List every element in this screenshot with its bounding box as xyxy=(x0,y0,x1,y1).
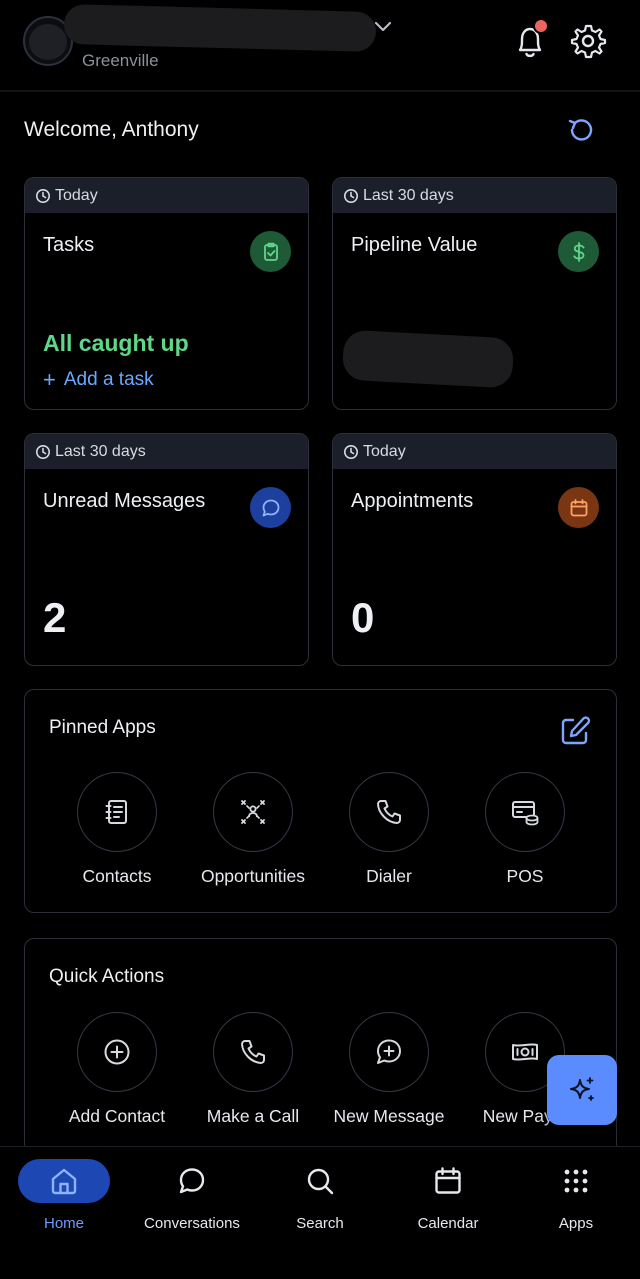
nav-label: Apps xyxy=(558,1215,594,1232)
section-title: Pinned Apps xyxy=(49,717,156,738)
appointments-card[interactable]: Today Appointments 0 xyxy=(332,433,617,666)
nav-calendar[interactable]: Calendar xyxy=(384,1159,512,1232)
welcome-text: Welcome, Anthony xyxy=(24,118,199,141)
appointments-count: 0 xyxy=(351,594,375,641)
nav-conversations[interactable]: Conversations xyxy=(128,1159,256,1232)
home-icon xyxy=(51,1168,77,1195)
chat-bubble-icon xyxy=(179,1168,205,1194)
card-range: Today xyxy=(25,178,308,213)
card-title: Appointments xyxy=(351,490,474,512)
nav-label: Home xyxy=(43,1215,84,1232)
card-title: Unread Messages xyxy=(43,490,206,512)
app-opportunities[interactable]: Opportunities xyxy=(183,772,323,887)
unread-count: 2 xyxy=(43,594,67,641)
clock-icon xyxy=(36,188,50,203)
pinned-apps-section: Pinned Apps Contacts Opportunities Diale… xyxy=(24,689,617,913)
sparkle-icon xyxy=(570,1077,594,1101)
app-label: Opportunities xyxy=(200,866,306,886)
action-new-message[interactable]: New Message xyxy=(319,1012,459,1127)
pipeline-value-card[interactable]: Last 30 days Pipeline Value xyxy=(332,177,617,410)
clipboard-check-icon xyxy=(250,231,291,272)
nav-search[interactable]: Search xyxy=(256,1159,384,1232)
quick-actions-section: Quick Actions Add Contact Make a Call Ne… xyxy=(24,938,617,1168)
add-task-label: Add a task xyxy=(63,369,154,390)
search-icon xyxy=(307,1168,334,1195)
phone-icon xyxy=(349,772,429,852)
action-make-call[interactable]: Make a Call xyxy=(183,1012,323,1127)
calendar-icon xyxy=(435,1167,461,1194)
bottom-nav: Home Conversations Search Calendar Apps xyxy=(0,1146,640,1279)
nav-home[interactable]: Home xyxy=(0,1159,128,1232)
chat-bubble-icon xyxy=(250,487,291,528)
pos-icon xyxy=(485,772,565,852)
grid-icon xyxy=(564,1169,588,1193)
location-label: Greenville xyxy=(82,51,159,70)
add-task-link[interactable]: + Add a task xyxy=(43,367,154,393)
chevron-down-icon[interactable] xyxy=(372,18,394,36)
unread-messages-card[interactable]: Last 30 days Unread Messages 2 xyxy=(24,433,309,666)
card-range: Last 30 days xyxy=(333,178,616,213)
notification-badge xyxy=(533,18,549,34)
phone-icon xyxy=(213,1012,293,1092)
nav-apps[interactable]: Apps xyxy=(512,1159,640,1232)
app-dialer[interactable]: Dialer xyxy=(319,772,459,887)
app-contacts[interactable]: Contacts xyxy=(47,772,187,887)
ai-assistant-button[interactable] xyxy=(547,1055,617,1125)
action-label: Make a Call xyxy=(206,1106,300,1126)
plus-icon: + xyxy=(43,367,56,392)
action-label: Add Contact xyxy=(68,1106,166,1126)
app-label: POS xyxy=(506,866,544,886)
clock-icon xyxy=(36,444,50,459)
clock-icon xyxy=(344,444,358,459)
calendar-icon xyxy=(558,487,599,528)
app-header: Greenville xyxy=(0,0,640,92)
app-label: Contacts xyxy=(82,866,152,886)
message-plus-icon xyxy=(349,1012,429,1092)
nav-label: Conversations xyxy=(144,1215,240,1232)
card-range-label: Last 30 days xyxy=(55,442,146,460)
gear-icon[interactable] xyxy=(569,22,607,60)
action-label: New Message xyxy=(333,1106,445,1126)
card-title: Tasks xyxy=(43,234,95,256)
card-range-label: Today xyxy=(363,442,406,460)
plus-circle-icon xyxy=(77,1012,157,1092)
card-range-label: Last 30 days xyxy=(363,186,454,204)
app-pos[interactable]: POS xyxy=(455,772,595,887)
tasks-status: All caught up xyxy=(43,330,189,356)
app-label: Dialer xyxy=(366,866,412,886)
action-add-contact[interactable]: Add Contact xyxy=(47,1012,187,1127)
tasks-card[interactable]: Today Tasks All caught up + Add a task xyxy=(24,177,309,410)
card-range: Last 30 days xyxy=(25,434,308,469)
card-range: Today xyxy=(333,434,616,469)
dollar-icon xyxy=(558,231,599,272)
nav-label: Search xyxy=(296,1215,344,1232)
clock-icon xyxy=(344,188,358,203)
section-title: Quick Actions xyxy=(49,966,165,987)
opportunities-icon xyxy=(213,772,293,852)
refresh-icon[interactable] xyxy=(566,115,596,145)
card-range-label: Today xyxy=(55,186,98,204)
redacted-pipeline-value xyxy=(341,329,515,389)
contacts-book-icon xyxy=(77,772,157,852)
redacted-account-name[interactable] xyxy=(63,3,377,53)
card-title: Pipeline Value xyxy=(351,234,478,256)
nav-label: Calendar xyxy=(417,1215,479,1232)
edit-icon[interactable] xyxy=(558,714,592,748)
